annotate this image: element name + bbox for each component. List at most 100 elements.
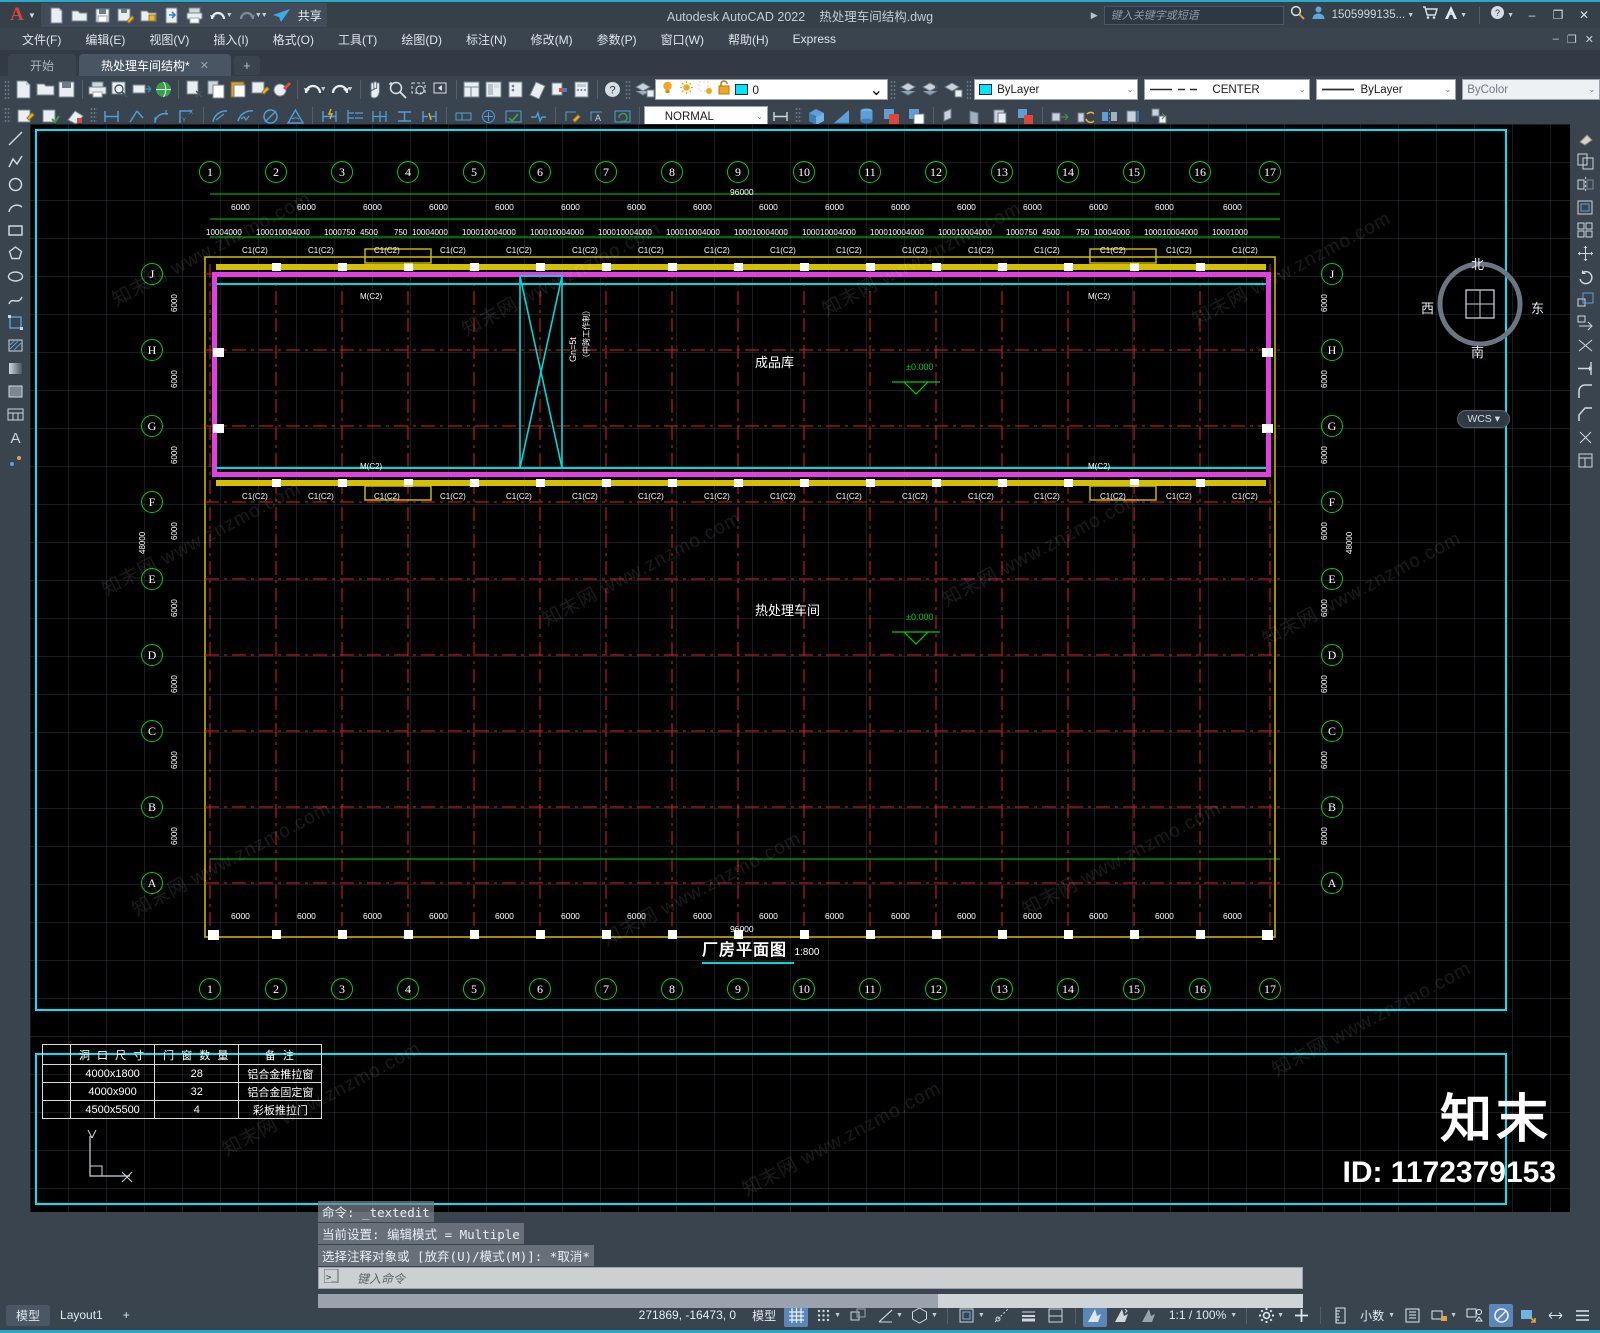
menu-item-window[interactable]: 窗口(W) <box>649 31 716 48</box>
menu-item-parametric[interactable]: 参数(P) <box>585 31 649 48</box>
paste-icon[interactable] <box>227 78 249 101</box>
print-icon[interactable] <box>184 4 206 26</box>
menu-item-help[interactable]: 帮助(H) <box>716 31 781 48</box>
annotation-scale-label[interactable]: 1:1 / 100% <box>1164 1308 1231 1322</box>
help-icon[interactable]: ? <box>601 78 623 101</box>
polar-dropdown-icon[interactable]: ▼ <box>896 1312 903 1319</box>
layer-thaw-icon[interactable] <box>679 80 694 100</box>
command-input[interactable]: >_ ▼ 键入命令 <box>318 1267 1303 1289</box>
arc-icon[interactable] <box>4 197 26 217</box>
chevron-down-icon[interactable]: ⌄ <box>1121 85 1134 94</box>
properties-panel-icon[interactable] <box>1574 450 1596 470</box>
scrollbar-thumb[interactable] <box>318 1294 938 1308</box>
close-icon[interactable]: ✕ <box>200 59 209 72</box>
sheet-set-icon[interactable] <box>527 78 549 101</box>
stretch-icon[interactable] <box>1574 312 1596 332</box>
lock-dropdown-icon[interactable]: ▼ <box>1450 1312 1457 1319</box>
layer-color-swatch[interactable] <box>735 84 749 95</box>
hatch-icon[interactable] <box>4 335 26 355</box>
save-to-cloud-icon[interactable] <box>138 4 160 26</box>
scale-dropdown-icon[interactable]: ▼ <box>1230 1312 1237 1319</box>
view-cube-icon[interactable] <box>1436 260 1524 348</box>
offset-icon[interactable] <box>1574 197 1596 217</box>
redo-dropdown-icon[interactable]: ▼ <box>347 86 354 93</box>
line-icon[interactable] <box>4 128 26 148</box>
region-icon[interactable] <box>4 381 26 401</box>
graphics-performance-icon[interactable] <box>1489 1303 1513 1327</box>
design-center-icon[interactable] <box>483 78 505 101</box>
tab-drawing[interactable]: 热处理车间结构* ✕ <box>79 54 231 76</box>
fillet-icon[interactable] <box>1574 381 1596 401</box>
publish-web-icon[interactable] <box>153 78 175 101</box>
model-tab[interactable]: 模型 <box>6 1304 51 1326</box>
explode-icon[interactable] <box>1574 427 1596 447</box>
zoom-realtime-icon[interactable] <box>386 78 408 101</box>
polyline-icon[interactable] <box>4 151 26 171</box>
qat-dropdown-icon[interactable]: ▼ <box>28 11 36 20</box>
markup-set-icon[interactable] <box>549 78 571 101</box>
apps-dropdown-icon[interactable]: ▼ <box>1460 12 1467 19</box>
menu-item-format[interactable]: 格式(O) <box>261 31 326 48</box>
minimize-button[interactable]: – <box>1522 8 1542 22</box>
trim-icon[interactable] <box>1574 335 1596 355</box>
menu-item-view[interactable]: 视图(V) <box>137 31 201 48</box>
store-cart-icon[interactable] <box>1422 5 1439 25</box>
user-account-label[interactable]: 1505999135... <box>1332 9 1406 21</box>
osnap-dropdown-icon[interactable]: ▼ <box>978 1312 985 1319</box>
circle-icon[interactable] <box>4 174 26 194</box>
add-layout-button[interactable]: + <box>113 1305 140 1326</box>
toolbar-grip-props[interactable] <box>890 79 897 100</box>
isolate-objects-icon[interactable] <box>1462 1304 1486 1327</box>
erase-icon[interactable] <box>1574 128 1596 148</box>
command-prompt-icon[interactable]: >_ <box>323 1268 342 1288</box>
search-expand-icon[interactable]: ▶ <box>1091 10 1098 21</box>
save-icon[interactable] <box>92 4 114 26</box>
save-icon[interactable] <box>56 78 78 101</box>
scale-icon[interactable] <box>1574 289 1596 309</box>
share-paperplane-icon[interactable] <box>271 4 293 26</box>
menu-item-edit[interactable]: 编辑(E) <box>73 31 137 48</box>
rectangle-icon[interactable] <box>4 220 26 240</box>
polygon-icon[interactable] <box>4 243 26 263</box>
doc-minimize-button[interactable]: – <box>1553 33 1559 46</box>
menu-item-draw[interactable]: 绘图(D) <box>389 31 454 48</box>
open-icon[interactable] <box>34 78 56 101</box>
share-label[interactable]: 共享 <box>298 7 322 24</box>
layer-unlock-icon[interactable] <box>717 79 731 100</box>
layer-previous-icon[interactable] <box>920 78 942 101</box>
undo-dropdown-icon[interactable]: ▼ <box>226 12 233 19</box>
space-indicator[interactable]: 模型 <box>747 1307 781 1324</box>
autodesk-app-icon[interactable] <box>1444 5 1458 25</box>
menu-item-file[interactable]: 文件(F) <box>10 31 73 48</box>
toolbar-grip-color[interactable] <box>965 79 973 100</box>
calculator-icon[interactable] <box>571 78 593 101</box>
chevron-down-icon[interactable]: ⌄ <box>763 80 883 100</box>
text-icon[interactable]: A <box>4 427 26 447</box>
horizontal-scrollbar[interactable] <box>318 1294 1303 1308</box>
chevron-down-icon[interactable]: ⌄ <box>1293 85 1306 94</box>
snap-dropdown-icon[interactable]: ▼ <box>834 1312 841 1319</box>
toolbar-grip-layers[interactable] <box>625 79 632 100</box>
coordinate-display[interactable]: 271869, -16473, 0 <box>631 1308 744 1322</box>
chamfer-icon[interactable] <box>1574 404 1596 424</box>
menu-item-insert[interactable]: 插入(I) <box>201 31 260 48</box>
lock-ui-icon[interactable] <box>1427 1304 1451 1327</box>
menu-item-dimension[interactable]: 标注(N) <box>454 31 519 48</box>
units-dropdown-icon[interactable]: ▼ <box>1388 1312 1395 1319</box>
zoom-previous-icon[interactable] <box>430 78 452 101</box>
tab-start[interactable]: 开始 <box>8 54 77 76</box>
close-button[interactable]: ✕ <box>1574 8 1594 22</box>
expand-icon[interactable] <box>1543 1304 1567 1327</box>
wcs-selector[interactable]: WCS ▾ <box>1457 410 1510 428</box>
properties-icon[interactable] <box>461 78 483 101</box>
point-icon[interactable] <box>4 450 26 470</box>
chevron-down-icon[interactable]: ⌄ <box>750 112 763 121</box>
doc-close-button[interactable]: ✕ <box>1585 33 1594 46</box>
zoom-window-icon[interactable] <box>408 78 430 101</box>
copy-object-icon[interactable] <box>1574 151 1596 171</box>
help-icon[interactable]: ? <box>1490 5 1505 25</box>
menu-item-tools[interactable]: 工具(T) <box>326 31 389 48</box>
block-insert-icon[interactable] <box>4 312 26 332</box>
new-file-icon[interactable] <box>46 4 68 26</box>
spline-icon[interactable] <box>4 289 26 309</box>
